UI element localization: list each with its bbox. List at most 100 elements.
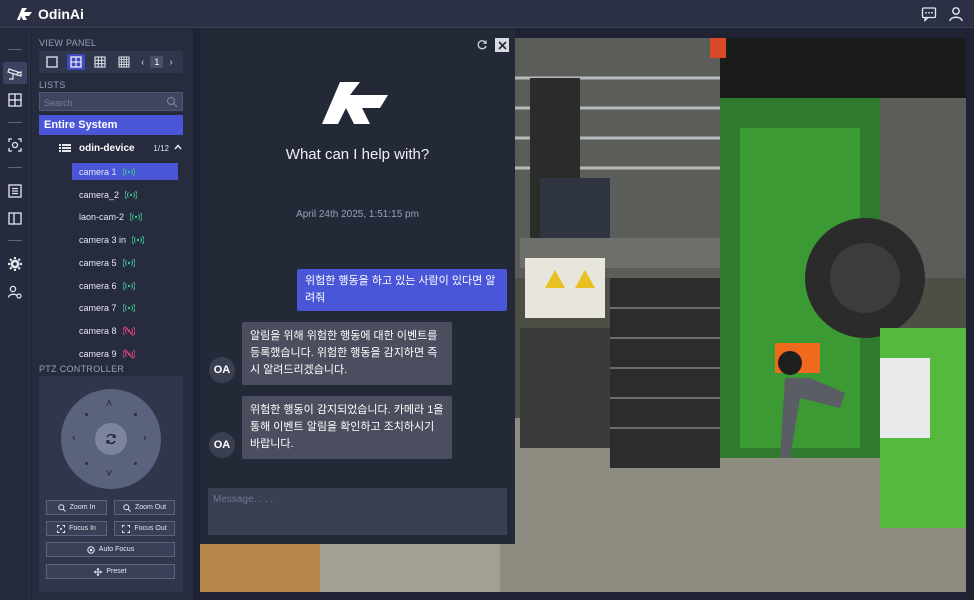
signal-offline-icon	[122, 325, 135, 336]
chat-bubble-icon[interactable]	[921, 6, 937, 22]
pan-right-icon[interactable]: ›	[143, 433, 147, 444]
move-arrows-icon	[94, 567, 103, 576]
zoom-in-label: Zoom In	[69, 504, 96, 511]
focus-in-button[interactable]: Focus In	[46, 521, 107, 536]
signal-online-icon	[122, 167, 135, 176]
camera-label: camera 7	[79, 302, 117, 313]
refresh-icon[interactable]	[476, 39, 488, 51]
preset-button[interactable]: Preset	[46, 564, 175, 579]
layout-single-icon	[46, 56, 58, 68]
signal-online-icon	[125, 190, 138, 199]
view-panel-toolbar: ‹ 1 ›	[39, 51, 183, 73]
ptz-joystick[interactable]: ˄ ˅ ‹ ›	[61, 389, 161, 489]
layout-sixteen-icon	[118, 56, 130, 68]
chevron-right-icon[interactable]: ›	[169, 57, 172, 68]
assistant-avatar: OA	[209, 432, 235, 458]
layout-4x4-button[interactable]	[115, 54, 133, 70]
chat-timestamp: April 24th 2025, 1:51:15 pm	[296, 209, 419, 220]
camera-list-item[interactable]: camera 5	[72, 254, 178, 271]
layout-2x2-button[interactable]	[67, 54, 85, 70]
camera-list-item[interactable]: laon-cam-2	[72, 208, 178, 225]
object-detection-icon[interactable]	[7, 137, 23, 153]
close-icon	[497, 40, 507, 50]
app-title: OdinAi	[38, 6, 84, 22]
event-list-icon[interactable]	[7, 183, 23, 199]
camera-label: camera 1	[79, 166, 117, 177]
preset-label: Preset	[106, 568, 127, 575]
icon-rail	[0, 29, 30, 600]
assistant-message: 알림을 위해 위험한 행동에 대한 이벤트를 등록했습니다. 위험한 행동을 감…	[242, 322, 452, 385]
camera-list-item[interactable]: camera 8	[72, 322, 178, 339]
odin-logo-icon	[322, 82, 388, 124]
signal-online-icon	[122, 281, 135, 290]
camera-label: camera 5	[79, 257, 117, 268]
cctv-camera-icon[interactable]	[7, 65, 23, 81]
page-selector: ‹ 1 ›	[141, 56, 173, 68]
camera-list-item[interactable]: camera_2	[72, 186, 178, 203]
auto-focus-button[interactable]: Auto Focus	[46, 542, 175, 557]
message-input[interactable]	[208, 488, 507, 535]
assistant-message: 위험한 행동이 감지되었습니다. 카메라 1을 통해 이벤트 알림을 확인하고 …	[242, 396, 452, 459]
focus-out-label: Focus Out	[134, 525, 167, 532]
rail-divider	[8, 167, 22, 168]
side-panel: VIEW PANEL ‹ 1 › LISTS Entire System odi…	[31, 29, 193, 600]
user-icon[interactable]	[948, 6, 964, 22]
user-settings-icon[interactable]	[7, 284, 23, 300]
top-bar: OdinAi	[0, 0, 974, 28]
camera-list-item[interactable]: camera 6	[72, 277, 178, 294]
auto-focus-icon	[87, 545, 95, 554]
camera-label: camera 3 in	[79, 234, 127, 245]
focus-out-icon	[122, 524, 131, 533]
zoom-out-icon	[123, 503, 131, 512]
zoom-in-icon	[57, 503, 66, 512]
close-chat-button[interactable]	[495, 38, 509, 52]
search-input[interactable]	[40, 94, 160, 112]
odin-logo-icon	[17, 8, 32, 20]
device-name: odin-device	[79, 142, 135, 154]
layout-3x3-button[interactable]	[91, 54, 109, 70]
camera-list-item[interactable]: camera 3 in	[72, 231, 178, 248]
layout-1x1-button[interactable]	[43, 54, 61, 70]
zoom-in-button[interactable]: Zoom In	[46, 500, 107, 515]
pan-down-icon[interactable]: ˅	[106, 469, 112, 480]
playback-panel-icon[interactable]	[7, 210, 23, 226]
pan-up-icon[interactable]: ˄	[106, 399, 112, 410]
rail-divider	[8, 122, 22, 123]
page-number: 1	[150, 56, 164, 68]
pan-up-right-icon[interactable]	[134, 413, 137, 416]
signal-online-icon	[132, 235, 145, 244]
rail-divider	[8, 240, 22, 241]
zoom-out-button[interactable]: Zoom Out	[114, 500, 175, 515]
reset-rotate-icon	[106, 433, 116, 445]
device-list-icon	[59, 144, 71, 152]
pan-up-left-icon[interactable]	[85, 413, 88, 416]
chat-welcome-title: What can I help with?	[285, 146, 430, 163]
device-group-odin-device[interactable]: odin-device 1/12	[59, 141, 183, 155]
chevron-up-icon[interactable]	[173, 142, 183, 152]
signal-offline-icon	[122, 348, 135, 359]
camera-list-item[interactable]: camera 7	[72, 299, 178, 316]
signal-online-icon	[122, 303, 135, 312]
grid-view-icon[interactable]	[7, 92, 23, 108]
camera-label: camera 9	[79, 348, 117, 359]
pan-down-left-icon[interactable]	[85, 462, 88, 465]
settings-gear-icon[interactable]	[7, 256, 23, 272]
user-message: 위험한 행동을 하고 있는 사람이 있다면 알려줘	[297, 269, 507, 311]
ptz-controller: ˄ ˅ ‹ › Zoom In Zoom Out Focus In Focus	[39, 376, 183, 592]
chevron-left-icon[interactable]: ‹	[141, 57, 144, 68]
layout-nine-icon	[94, 56, 106, 68]
app-logo[interactable]: OdinAi	[16, 6, 84, 22]
camera-list-item[interactable]: camera 1	[72, 163, 178, 180]
pan-down-right-icon[interactable]	[134, 462, 137, 465]
search-icon[interactable]	[166, 96, 178, 108]
pan-left-icon[interactable]: ‹	[72, 433, 76, 444]
camera-list-item[interactable]: camera 9	[72, 345, 178, 362]
camera-search	[39, 92, 183, 112]
ptz-home-button[interactable]	[95, 423, 127, 455]
entire-system-item[interactable]: Entire System	[39, 115, 183, 135]
focus-in-icon	[57, 524, 66, 533]
camera-label: camera_2	[79, 189, 120, 200]
zoom-out-label: Zoom Out	[134, 504, 167, 511]
assistant-avatar: OA	[209, 357, 235, 383]
focus-out-button[interactable]: Focus Out	[114, 521, 175, 536]
